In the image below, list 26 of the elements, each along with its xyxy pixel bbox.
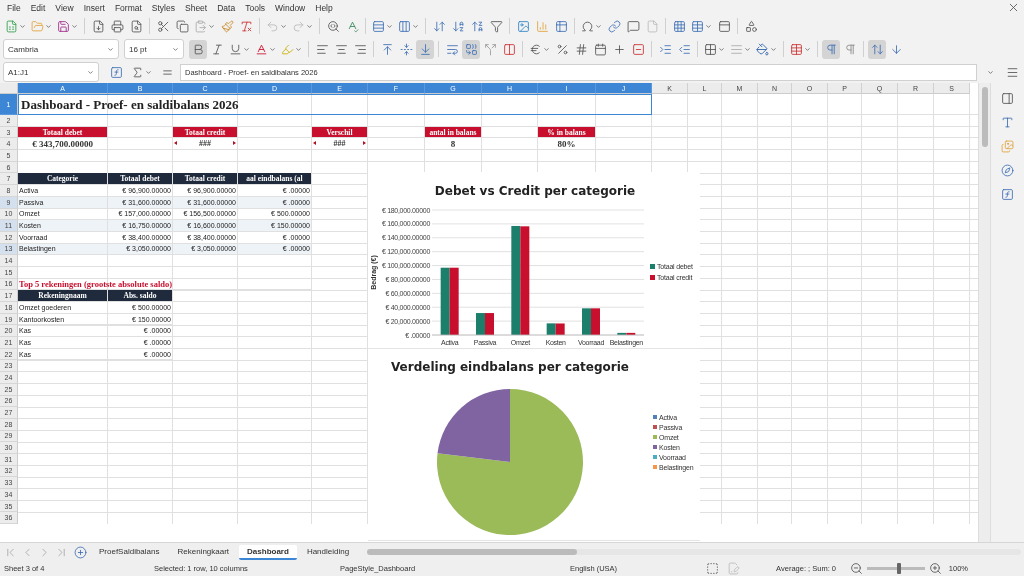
value-cell: 80% — [538, 138, 596, 151]
menu-item[interactable]: Help — [310, 2, 338, 13]
menu-item[interactable]: Insert — [78, 2, 110, 13]
sheet-title: Dashboard - Proef- en saldibalans 2026 — [18, 94, 652, 115]
font-size-field[interactable]: 16 pt — [124, 39, 184, 59]
sheet-tab[interactable]: Handleiding — [298, 544, 358, 560]
sheet-tab[interactable]: Rekeningkaart — [169, 544, 238, 560]
menu-item[interactable]: Styles — [146, 2, 180, 13]
menu-item[interactable]: Data — [212, 2, 241, 13]
font-name-field[interactable]: Cambria — [3, 39, 119, 59]
menu-item[interactable]: Edit — [25, 2, 51, 13]
menu-item[interactable]: File — [2, 2, 26, 13]
value-cell: 8 — [425, 138, 482, 151]
menu-item[interactable]: Tools — [240, 2, 270, 13]
value-cell: € 343,700.00000 — [18, 138, 108, 151]
menu-item[interactable]: View — [50, 2, 79, 13]
menu-item[interactable]: Sheet — [180, 2, 213, 13]
chart-title: Debet vs Credit per categorie — [434, 184, 636, 198]
overflow-cell: ### — [312, 138, 368, 151]
name-box[interactable]: A1:J1 — [3, 62, 99, 82]
sheet-tab[interactable]: Dashboard — [239, 544, 297, 560]
chart-title: Verdeling eindbalans per categorie — [391, 360, 629, 374]
overflow-cell: ### — [173, 138, 238, 151]
menu-item[interactable]: Window — [270, 2, 311, 13]
sheet-tab[interactable]: ProefSaldibalans — [91, 544, 168, 560]
menu-item[interactable]: Format — [109, 2, 147, 13]
